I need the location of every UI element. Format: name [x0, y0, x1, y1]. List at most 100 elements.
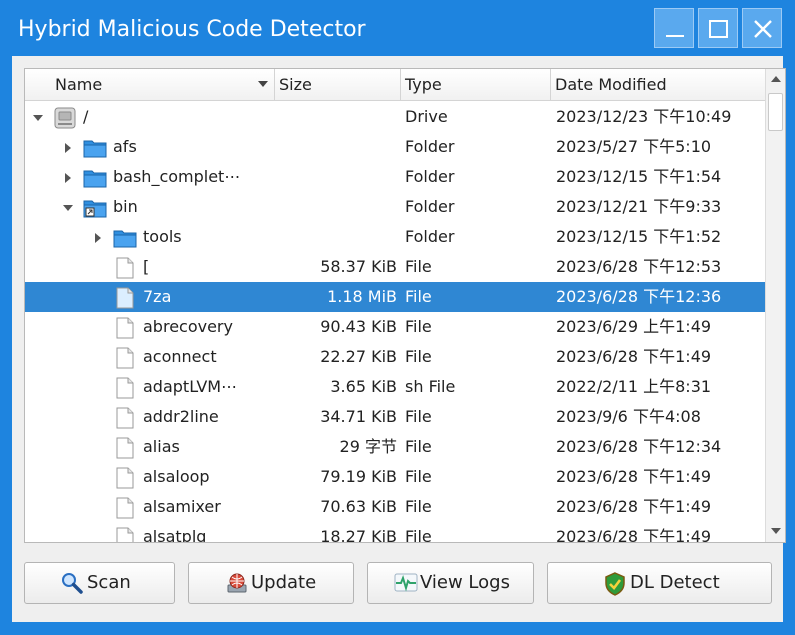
row-size [275, 192, 397, 222]
row-name: alsaloop [143, 467, 210, 486]
maximize-icon [709, 20, 728, 38]
file-icon [116, 257, 134, 279]
row-date-modified: 2023/12/23 下午10:49 [556, 107, 732, 126]
folder-link-icon [83, 200, 107, 218]
row-date-modified: 2023/6/29 上午1:49 [556, 317, 712, 336]
file-tree-view[interactable]: Name Size Type Date Modified / Drive 2023/… [24, 68, 786, 543]
row-name: aconnect [143, 347, 217, 366]
main-panel: Name Size Type Date Modified / Drive 2023/… [12, 56, 786, 622]
row-size: 34.71 KiB [320, 407, 397, 426]
dl-detect-button[interactable]: DL Detect [547, 562, 772, 604]
tree-row[interactable]: alsatplg 18.27 KiB File 2023/6/28 下午1:49 [25, 522, 766, 543]
tree-row[interactable]: bin Folder 2023/12/21 下午9:33 [25, 192, 766, 222]
row-size: 22.27 KiB [320, 347, 397, 366]
column-size-header[interactable]: Size [275, 69, 401, 100]
row-type: Folder [405, 227, 455, 246]
row-date-modified: 2022/2/11 上午8:31 [556, 377, 712, 396]
row-date-modified: 2023/5/27 下午5:10 [556, 137, 712, 156]
file-icon [116, 317, 134, 339]
row-name: tools [143, 227, 182, 246]
tree-row[interactable]: tools Folder 2023/12/15 下午1:52 [25, 222, 766, 252]
row-date-modified: 2023/6/28 下午1:49 [556, 467, 712, 486]
scan-button[interactable]: Scan [24, 562, 175, 604]
tree-row[interactable]: aconnect 22.27 KiB File 2023/6/28 下午1:49 [25, 342, 766, 372]
row-name: alias [143, 437, 180, 456]
tree-row[interactable]: alias 29 字节 File 2023/6/28 下午12:34 [25, 432, 766, 462]
column-date-header[interactable]: Date Modified [551, 69, 766, 100]
folder-icon [83, 140, 107, 158]
close-button[interactable] [742, 8, 782, 48]
collapsed-arrow-icon[interactable] [63, 173, 73, 183]
row-type: File [405, 317, 432, 336]
column-name-header[interactable]: Name [25, 69, 275, 100]
update-button-label: Update [251, 572, 317, 593]
tree-row[interactable]: alsamixer 70.63 KiB File 2023/6/28 下午1:49 [25, 492, 766, 522]
row-type: File [405, 527, 432, 543]
row-name: 7za [143, 287, 172, 306]
scroll-up-icon[interactable] [771, 76, 781, 83]
tree-row[interactable]: addr2line 34.71 KiB File 2023/9/6 下午4:08 [25, 402, 766, 432]
row-size: 90.43 KiB [320, 317, 397, 336]
row-type: File [405, 407, 432, 426]
sort-descending-icon [258, 81, 268, 87]
app-window: Hybrid Malicious Code Detector Name Size… [0, 0, 795, 635]
row-type: File [405, 347, 432, 366]
expanded-arrow-icon[interactable] [63, 203, 73, 213]
row-name: abrecovery [143, 317, 233, 336]
view-logs-button[interactable]: View Logs [367, 562, 534, 604]
row-name: afs [113, 137, 137, 156]
row-name: [ [143, 257, 150, 276]
scroll-down-icon[interactable] [771, 528, 781, 535]
dl-detect-button-label: DL Detect [630, 572, 720, 593]
row-size: 3.65 KiB [330, 377, 397, 396]
file-icon [116, 347, 134, 369]
row-size: 58.37 KiB [320, 257, 397, 276]
column-size-label: Size [279, 75, 312, 94]
column-name-label: Name [55, 75, 103, 94]
expanded-arrow-icon[interactable] [33, 113, 43, 123]
row-name: bash_complet⋯ [113, 167, 241, 186]
column-type-header[interactable]: Type [401, 69, 551, 100]
tree-row[interactable]: abrecovery 90.43 KiB File 2023/6/29 上午1:49 [25, 312, 766, 342]
tree-row[interactable]: [58.37 KiB File 2023/6/28 下午12:53 [25, 252, 766, 282]
folder-icon [83, 170, 107, 188]
row-date-modified: 2023/6/28 下午12:34 [556, 437, 722, 456]
collapsed-arrow-icon[interactable] [63, 143, 73, 153]
row-date-modified: 2023/12/15 下午1:52 [556, 227, 722, 246]
row-type: File [405, 497, 432, 516]
tree-row[interactable]: alsaloop 79.19 KiB File 2023/6/28 下午1:49 [25, 462, 766, 492]
row-type: File [405, 257, 432, 276]
title-bar[interactable]: Hybrid Malicious Code Detector [0, 0, 795, 56]
update-button[interactable]: Update [188, 562, 354, 604]
shield-check-icon [605, 572, 625, 596]
row-date-modified: 2023/12/15 下午1:54 [556, 167, 722, 186]
globe-update-icon [227, 573, 247, 593]
minimize-button[interactable] [654, 8, 694, 48]
tree-row[interactable]: 7za 1.18 MiB File 2023/6/28 下午12:36 [25, 282, 766, 312]
tree-row[interactable]: afs Folder 2023/5/27 下午5:10 [25, 132, 766, 162]
row-type: Folder [405, 197, 455, 216]
column-header: Name Size Type Date Modified [25, 69, 766, 101]
tree-row[interactable]: / Drive 2023/12/23 下午10:49 [25, 102, 766, 132]
row-size: 1.18 MiB [327, 287, 397, 306]
row-type: File [405, 287, 432, 306]
row-date-modified: 2023/6/28 下午1:49 [556, 527, 712, 543]
window-title: Hybrid Malicious Code Detector [18, 17, 366, 42]
maximize-button[interactable] [698, 8, 738, 48]
scan-button-label: Scan [87, 572, 131, 593]
row-date-modified: 2023/6/28 下午12:36 [556, 287, 722, 306]
column-type-label: Type [405, 75, 442, 94]
row-size [275, 102, 397, 132]
collapsed-arrow-icon[interactable] [93, 233, 103, 243]
row-type: sh File [405, 377, 456, 396]
close-icon [754, 20, 772, 38]
row-size [275, 222, 397, 252]
tree-row[interactable]: adaptLVM⋯ 3.65 KiB sh File 2022/2/11 上午8:31 [25, 372, 766, 402]
view-logs-button-label: View Logs [420, 572, 510, 593]
vertical-scrollbar[interactable] [765, 69, 785, 542]
tree-row[interactable]: bash_complet⋯ Folder 2023/12/15 下午1:54 [25, 162, 766, 192]
row-name: bin [113, 197, 138, 216]
file-icon [116, 407, 134, 429]
row-size: 79.19 KiB [320, 467, 397, 486]
scrollbar-thumb[interactable] [768, 93, 783, 131]
